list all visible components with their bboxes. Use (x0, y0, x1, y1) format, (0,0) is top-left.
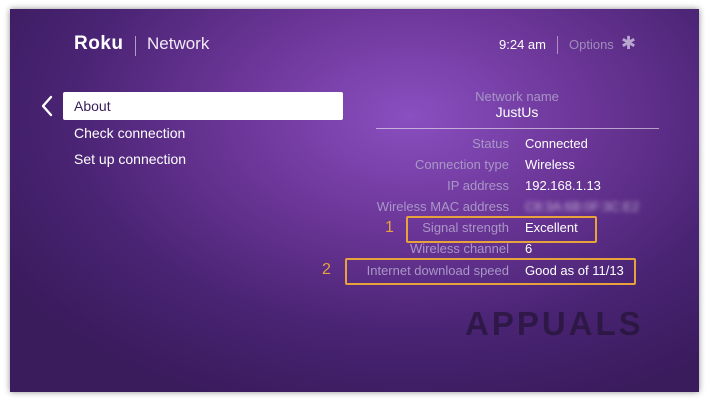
asterisk-icon[interactable]: ✱ (621, 33, 636, 54)
clock: 9:24 am (499, 37, 546, 52)
connection-type-label: Connection type (415, 157, 509, 172)
mac-address-label: Wireless MAC address (376, 199, 509, 214)
wireless-channel-value: 6 (525, 241, 533, 256)
status-value: Connected (525, 136, 588, 151)
network-name-label: Network name (475, 89, 559, 104)
appuals-watermark: APPUALS (465, 305, 644, 342)
menu-item-label: About (74, 98, 111, 114)
menu-item-check-connection[interactable]: Check connection (74, 125, 185, 141)
roku-logo: Roku (74, 33, 124, 54)
wireless-channel-label: Wireless channel (410, 241, 509, 256)
signal-strength-value: Excellent (525, 220, 578, 235)
download-speed-value: Good as of 11/13 (525, 263, 624, 278)
header-divider-right (557, 36, 558, 54)
header-divider (135, 36, 136, 56)
network-name-value: JustUs (495, 104, 539, 120)
connection-type-value: Wireless (525, 157, 575, 172)
mac-address-value-blurred: C8:3A:6B:0F:3C:E2 (525, 199, 640, 214)
options-label[interactable]: Options (569, 37, 614, 52)
annotation-marker-1: 1 (385, 219, 394, 236)
download-speed-label: Internet download speed (366, 263, 509, 278)
roku-screen: Roku Network 9:24 am Options ✱ About Che… (10, 9, 699, 392)
ip-address-value: 192.168.1.13 (525, 178, 601, 193)
ip-address-label: IP address (447, 178, 509, 193)
menu-item-about[interactable]: About (63, 92, 343, 120)
back-arrow-icon[interactable] (40, 95, 54, 122)
menu-item-setup-connection[interactable]: Set up connection (74, 151, 186, 167)
signal-strength-label: Signal strength (422, 220, 509, 235)
annotation-marker-2: 2 (322, 261, 331, 278)
status-label: Status (472, 136, 509, 151)
details-separator (376, 128, 659, 129)
page-title: Network (147, 34, 210, 53)
